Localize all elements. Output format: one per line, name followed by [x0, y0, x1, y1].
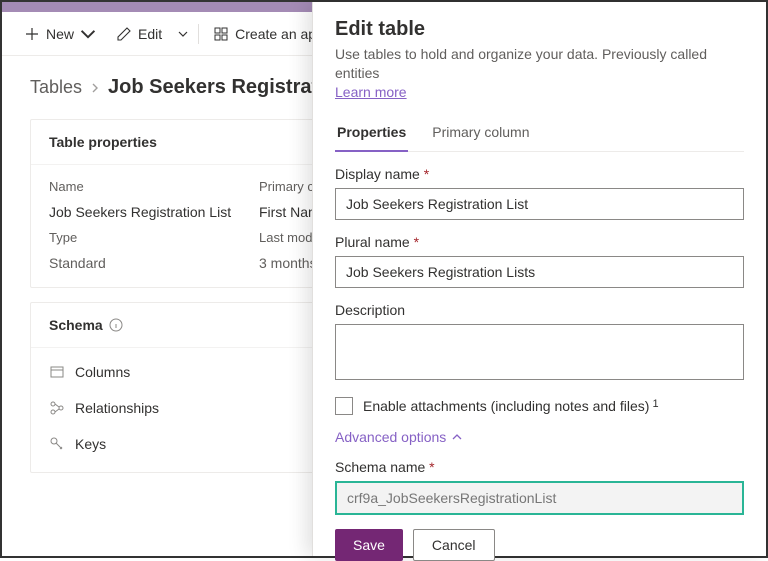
create-app-label: Create an app: [235, 26, 324, 42]
panel-title: Edit table: [335, 18, 744, 41]
chevron-down-icon: [178, 29, 188, 39]
tab-properties[interactable]: Properties: [335, 116, 408, 152]
enable-attachments-text: Enable attachments (including notes and …: [363, 398, 649, 414]
enable-attachments-checkbox[interactable]: [335, 397, 353, 415]
schema-name-input: [335, 481, 744, 515]
description-label: Description: [335, 302, 744, 318]
advanced-options-label: Advanced options: [335, 429, 446, 445]
prop-name-value: Job Seekers Registration List: [49, 204, 259, 220]
plus-icon: [24, 26, 40, 42]
new-label: New: [46, 26, 74, 42]
edit-label: Edit: [138, 26, 162, 42]
keys-icon: [49, 436, 65, 452]
required-asterisk: *: [414, 234, 419, 250]
edit-split-chevron[interactable]: [174, 26, 192, 42]
description-input[interactable]: [335, 324, 744, 380]
required-asterisk: *: [424, 166, 429, 182]
info-icon[interactable]: [109, 318, 123, 332]
tab-primary-column[interactable]: Primary column: [430, 116, 531, 151]
panel-tabs: Properties Primary column: [335, 116, 744, 152]
prop-type-head: Type: [49, 230, 259, 245]
plural-name-label: Plural name *: [335, 234, 744, 250]
plural-name-input[interactable]: [335, 256, 744, 288]
schema-item-label: Columns: [75, 364, 130, 380]
display-name-input[interactable]: [335, 188, 744, 220]
plural-name-label-text: Plural name: [335, 234, 410, 250]
schema-item-label: Keys: [75, 436, 106, 452]
enable-attachments-label: Enable attachments (including notes and …: [363, 398, 659, 414]
chevron-down-icon: [80, 26, 96, 42]
schema-name-label-text: Schema name: [335, 459, 425, 475]
separator: [198, 24, 199, 44]
chevron-up-icon: [452, 432, 462, 442]
learn-more-link[interactable]: Learn more: [335, 84, 407, 100]
required-asterisk: *: [429, 459, 434, 475]
chevron-right-icon: [90, 77, 100, 98]
schema-name-label: Schema name *: [335, 459, 744, 475]
display-name-label-text: Display name: [335, 166, 420, 182]
advanced-options-toggle[interactable]: Advanced options: [335, 429, 744, 445]
relationships-icon: [49, 400, 65, 416]
pencil-icon: [116, 26, 132, 42]
edit-button[interactable]: Edit: [108, 20, 170, 48]
cancel-button[interactable]: Cancel: [413, 529, 495, 561]
schema-title-text: Schema: [49, 317, 103, 333]
save-button[interactable]: Save: [335, 529, 403, 561]
columns-icon: [49, 364, 65, 380]
display-name-label: Display name *: [335, 166, 744, 182]
edit-table-panel: Edit table Use tables to hold and organi…: [312, 2, 766, 556]
new-button[interactable]: New: [16, 20, 104, 48]
prop-type-value: Standard: [49, 255, 259, 271]
app-grid-icon: [213, 26, 229, 42]
schema-item-label: Relationships: [75, 400, 159, 416]
breadcrumb-root[interactable]: Tables: [30, 77, 82, 98]
prop-name-head: Name: [49, 179, 259, 194]
panel-subtitle: Use tables to hold and organize your dat…: [335, 46, 707, 81]
